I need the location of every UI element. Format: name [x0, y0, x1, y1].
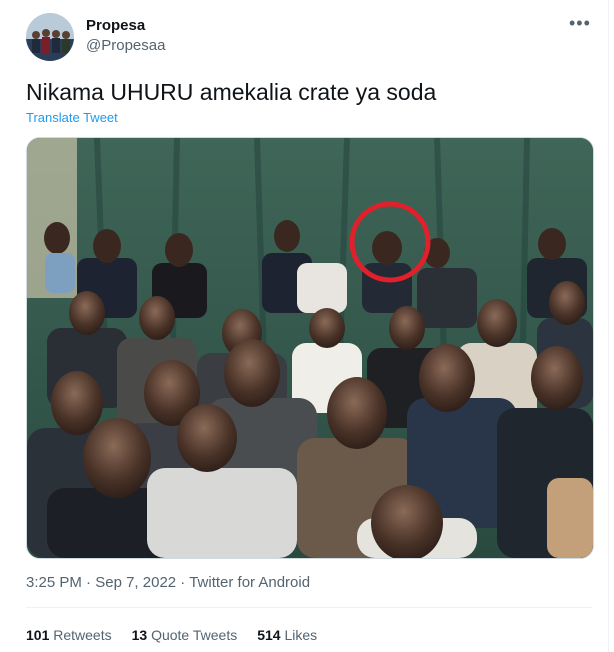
- tweet-source: Twitter for Android: [189, 574, 311, 591]
- meta-separator: ·: [176, 574, 190, 591]
- avatar[interactable]: [26, 13, 74, 61]
- meta-separator: ·: [81, 574, 96, 591]
- avatar-image: [26, 13, 74, 61]
- tweet-photo[interactable]: [26, 137, 594, 559]
- tweet-date[interactable]: Sep 7, 2022: [95, 574, 176, 591]
- meeting-photo: [27, 138, 593, 558]
- more-horizontal-icon[interactable]: •••: [569, 13, 591, 34]
- author-display-name[interactable]: Propesa: [86, 17, 145, 34]
- tweet-stats: 101 Retweets 13 Quote Tweets 514 Likes: [26, 627, 317, 643]
- divider: [26, 607, 592, 608]
- retweets-stat[interactable]: 101 Retweets: [26, 627, 112, 643]
- quote-tweets-stat[interactable]: 13 Quote Tweets: [132, 627, 238, 643]
- translate-tweet-link[interactable]: Translate Tweet: [26, 110, 118, 125]
- tweet-metadata: 3:25 PM · Sep 7, 2022 · Twitter for Andr…: [26, 574, 310, 591]
- tweet-time[interactable]: 3:25 PM: [26, 574, 82, 591]
- likes-stat[interactable]: 514 Likes: [257, 627, 317, 643]
- quotes-label: Quote Tweets: [151, 627, 238, 643]
- tweet-card: Propesa @Propesaa ••• Nikama UHURU ameka…: [0, 0, 609, 652]
- quotes-count: 13: [131, 627, 148, 643]
- likes-count: 514: [257, 627, 281, 643]
- retweets-count: 101: [26, 627, 50, 643]
- author-handle[interactable]: @Propesaa: [86, 37, 165, 54]
- retweets-label: Retweets: [53, 627, 112, 643]
- likes-label: Likes: [284, 627, 318, 643]
- tweet-text: Nikama UHURU amekalia crate ya soda: [26, 79, 437, 105]
